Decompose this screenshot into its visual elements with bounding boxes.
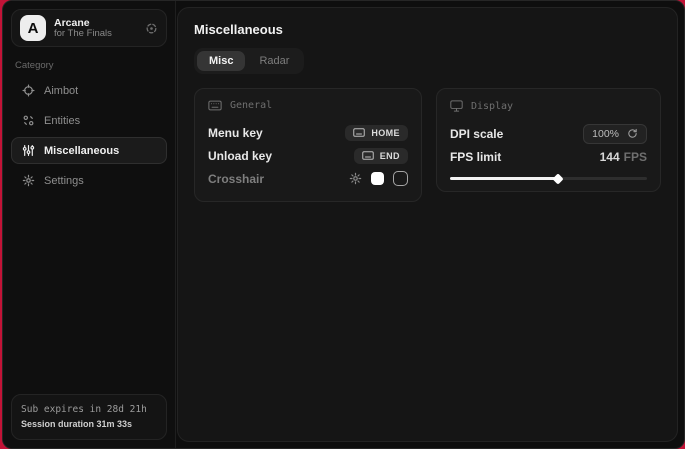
crosshair-controls xyxy=(349,171,408,186)
crosshair-settings-gear-icon[interactable] xyxy=(349,172,362,185)
app-window: A Arcane for The Finals Category xyxy=(2,0,685,449)
display-card: Display DPI scale 100% xyxy=(436,88,661,192)
tab-radar[interactable]: Radar xyxy=(247,51,301,71)
settings-cards: General Menu key HOME xyxy=(194,88,661,202)
app-subtitle: for The Finals xyxy=(54,29,137,40)
crosshair-checkbox[interactable] xyxy=(393,171,408,186)
fps-limit-row: FPS limit 144 FPS xyxy=(450,145,647,168)
sync-icon[interactable] xyxy=(145,22,158,35)
crosshair-row: Crosshair xyxy=(208,167,408,190)
dpi-scale-control[interactable]: 100% xyxy=(583,124,647,144)
menu-key-label: Menu key xyxy=(208,126,263,140)
keyboard-icon xyxy=(362,151,374,160)
page-title: Miscellaneous xyxy=(194,22,661,37)
entities-icon xyxy=(21,114,35,127)
display-card-title: Display xyxy=(471,101,513,112)
sidebar-item-label: Settings xyxy=(44,175,84,187)
menu-key-value: HOME xyxy=(371,128,400,138)
app-header-card: A Arcane for The Finals xyxy=(11,9,167,47)
keyboard-icon xyxy=(208,100,222,111)
menu-key-bind-button[interactable]: HOME xyxy=(345,125,408,141)
unload-key-label: Unload key xyxy=(208,149,272,163)
gear-icon xyxy=(21,174,35,187)
sidebar-item-entities[interactable]: Entities xyxy=(11,107,167,134)
crosshair-icon xyxy=(21,84,35,97)
keyboard-icon xyxy=(353,128,365,137)
sidebar-item-settings[interactable]: Settings xyxy=(11,167,167,194)
sidebar: A Arcane for The Finals Category xyxy=(3,1,176,448)
sidebar-nav: Aimbot Entities xyxy=(11,77,167,194)
fps-limit-slider[interactable] xyxy=(450,177,647,180)
sidebar-item-label: Miscellaneous xyxy=(44,145,119,157)
display-card-header: Display xyxy=(450,100,647,112)
sliders-icon xyxy=(21,144,35,157)
refresh-icon[interactable] xyxy=(627,128,638,139)
general-card-header: General xyxy=(208,100,408,111)
session-duration-text: Session duration 31m 33s xyxy=(21,418,157,432)
dpi-scale-value: 100% xyxy=(592,128,619,140)
fps-slider-fill xyxy=(450,177,558,180)
general-card-title: General xyxy=(230,100,272,111)
unload-key-row: Unload key END xyxy=(208,144,408,167)
sidebar-item-label: Aimbot xyxy=(44,85,78,97)
unload-key-bind-button[interactable]: END xyxy=(354,148,408,164)
unload-key-value: END xyxy=(380,151,400,161)
fps-slider-thumb[interactable] xyxy=(553,173,564,184)
dpi-scale-label: DPI scale xyxy=(450,127,503,141)
menu-key-row: Menu key HOME xyxy=(208,121,408,144)
subscription-status-card: Sub expires in 28d 21h Session duration … xyxy=(11,394,167,440)
fps-unit: FPS xyxy=(624,150,647,164)
sub-expiry-text: Sub expires in 28d 21h xyxy=(21,403,157,417)
fps-limit-label: FPS limit xyxy=(450,150,501,164)
dpi-scale-row: DPI scale 100% xyxy=(450,122,647,145)
sidebar-item-miscellaneous[interactable]: Miscellaneous xyxy=(11,137,167,164)
fps-number: 144 xyxy=(600,150,620,164)
app-title: Arcane xyxy=(54,17,137,29)
monitor-icon xyxy=(450,100,463,112)
sidebar-item-aimbot[interactable]: Aimbot xyxy=(11,77,167,104)
tab-misc[interactable]: Misc xyxy=(197,51,245,71)
app-names: Arcane for The Finals xyxy=(54,17,137,40)
category-label: Category xyxy=(15,60,167,71)
crosshair-color-swatch[interactable] xyxy=(371,172,384,185)
general-card: General Menu key HOME xyxy=(194,88,422,202)
tab-bar: Misc Radar xyxy=(194,48,304,74)
app-logo: A xyxy=(20,15,46,41)
main-panel: Miscellaneous Misc Radar General xyxy=(177,7,678,442)
sidebar-item-label: Entities xyxy=(44,115,80,127)
crosshair-label: Crosshair xyxy=(208,172,264,186)
fps-limit-value: 144 FPS xyxy=(600,150,647,164)
